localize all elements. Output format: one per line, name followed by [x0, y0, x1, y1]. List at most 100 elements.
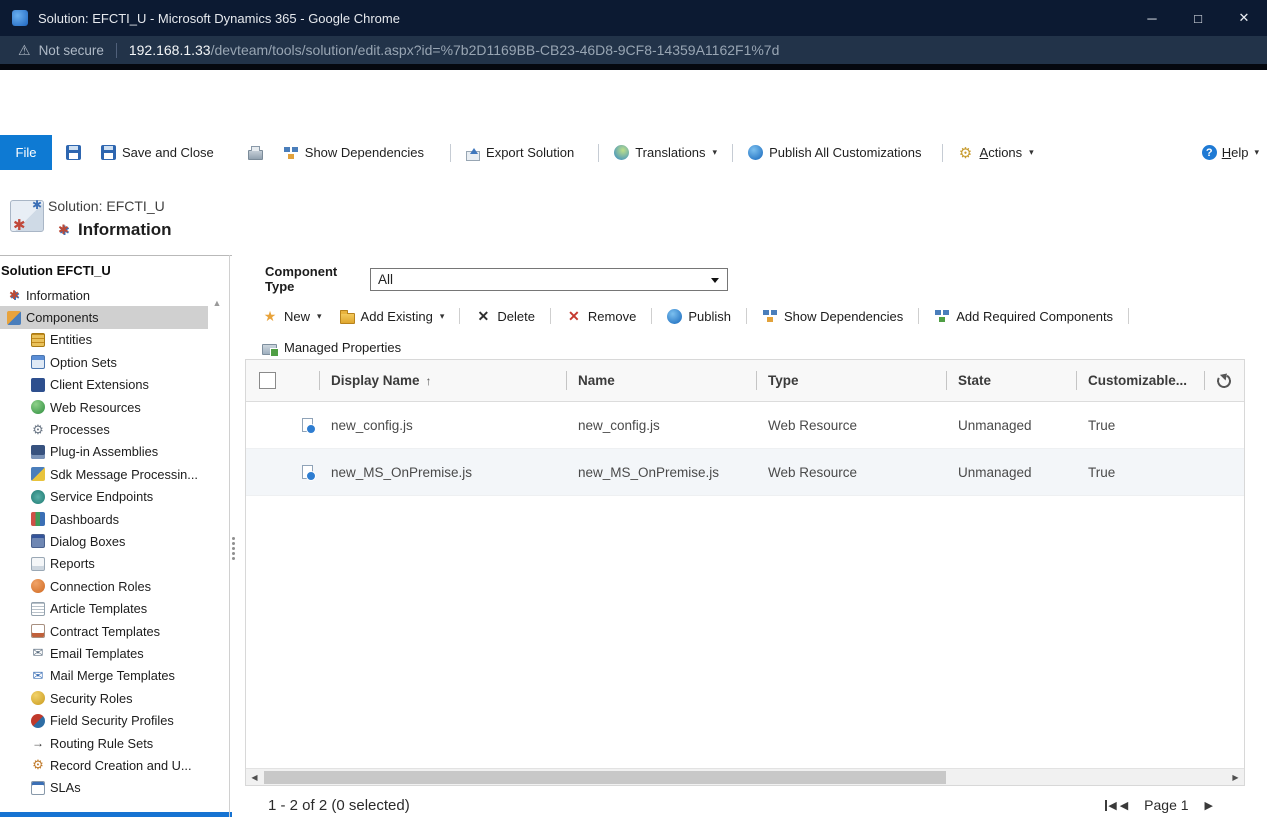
sidebar-item-label: SLAs [50, 780, 81, 795]
sidebar-item-entities[interactable]: Entities [0, 329, 208, 351]
select-all-checkbox[interactable] [259, 372, 276, 389]
sidebar-item-security-roles[interactable]: Security Roles [0, 687, 208, 709]
print-button[interactable] [238, 135, 273, 170]
processes-icon [31, 423, 45, 437]
sidebar-item-option-sets[interactable]: Option Sets [0, 351, 208, 373]
cell-type: Web Resource [756, 449, 946, 495]
publish-button[interactable]: Publish [658, 301, 740, 331]
show-dependencies-grid-button[interactable]: Show Dependencies [753, 301, 912, 331]
previous-page-button[interactable]: ◀ [1120, 799, 1128, 812]
cell-display-name[interactable]: new_MS_OnPremise.js [319, 449, 566, 495]
new-button[interactable]: New ▾ [253, 301, 331, 331]
entities-icon [31, 333, 45, 347]
solution-name-label: Solution: EFCTI_U [48, 198, 165, 214]
web-resource-file-icon [302, 465, 313, 479]
sidebar-item-sdk-message-processing[interactable]: Sdk Message Processin... [0, 463, 208, 485]
information-icon [7, 288, 21, 302]
sidebar-item-field-security-profiles[interactable]: Field Security Profiles [0, 709, 208, 731]
browser-content-divider [0, 64, 1267, 70]
file-tab[interactable]: File [0, 135, 52, 170]
next-page-button[interactable]: ▶ [1205, 799, 1213, 812]
new-label: New [284, 309, 310, 324]
actions-button[interactable]: Actions ▾ [948, 135, 1044, 170]
sidebar-item-email-templates[interactable]: Email Templates [0, 642, 208, 664]
cell-display-name[interactable]: new_config.js [319, 402, 566, 448]
save-button[interactable] [56, 135, 91, 170]
sidebar-item-processes[interactable]: Processes [0, 418, 208, 440]
minimize-button[interactable]: ─ [1129, 0, 1175, 36]
sidebar-item-routing-rule-sets[interactable]: Routing Rule Sets [0, 732, 208, 754]
scroll-left-arrow[interactable]: ◀ [246, 769, 263, 785]
sidebar-scroll-up-arrow[interactable]: ▲ [209, 298, 225, 308]
cell-name: new_MS_OnPremise.js [566, 449, 756, 495]
close-button[interactable]: ✕ [1221, 0, 1267, 36]
table-row[interactable]: new_config.js new_config.js Web Resource… [246, 402, 1244, 449]
url-host[interactable]: 192.168.1.33 [129, 42, 211, 58]
sidebar-splitter[interactable] [229, 255, 236, 817]
publish-all-icon [748, 145, 763, 160]
delete-button[interactable]: Delete [466, 301, 544, 331]
security-label[interactable]: Not secure [39, 43, 104, 58]
sidebar-item-information[interactable]: Information [0, 284, 208, 306]
column-label: Customizable... [1088, 373, 1187, 388]
window-controls: ─ □ ✕ [1129, 0, 1267, 36]
sidebar-item-slas[interactable]: SLAs [0, 777, 208, 799]
sidebar-item-dashboards[interactable]: Dashboards [0, 508, 208, 530]
sidebar-item-client-extensions[interactable]: Client Extensions [0, 374, 208, 396]
sidebar-item-mail-merge-templates[interactable]: Mail Merge Templates [0, 665, 208, 687]
add-existing-button[interactable]: Add Existing ▾ [331, 301, 454, 331]
sidebar-item-article-templates[interactable]: Article Templates [0, 597, 208, 619]
column-label: Type [768, 373, 799, 388]
sidebar-item-label: Web Resources [50, 400, 141, 415]
sidebar-item-connection-roles[interactable]: Connection Roles [0, 575, 208, 597]
sidebar-item-reports[interactable]: Reports [0, 553, 208, 575]
sidebar-item-components[interactable]: Components [0, 306, 208, 328]
web-resource-file-icon [302, 418, 313, 432]
add-existing-label: Add Existing [361, 309, 433, 324]
maximize-button[interactable]: □ [1175, 0, 1221, 36]
scroll-right-arrow[interactable]: ▶ [1227, 769, 1244, 785]
column-header-type[interactable]: Type [756, 360, 946, 401]
remove-button[interactable]: Remove [557, 301, 645, 331]
component-type-select[interactable]: All [370, 268, 728, 291]
scrollbar-thumb[interactable] [264, 771, 946, 784]
dashboards-icon [31, 512, 45, 526]
sidebar-item-contract-templates[interactable]: Contract Templates [0, 620, 208, 642]
column-header-name[interactable]: Name [566, 360, 756, 401]
column-header-state[interactable]: State [946, 360, 1076, 401]
sidebar-item-label: Connection Roles [50, 579, 151, 594]
sidebar-item-dialog-boxes[interactable]: Dialog Boxes [0, 530, 208, 552]
add-required-components-button[interactable]: Add Required Components [925, 301, 1122, 331]
sidebar-item-service-endpoints[interactable]: Service Endpoints [0, 486, 208, 508]
column-header-customizable[interactable]: Customizable... [1076, 360, 1204, 401]
translations-button[interactable]: Translations ▾ [604, 135, 727, 170]
column-header-display-name[interactable]: Display Name ↑ [319, 360, 566, 401]
export-solution-button[interactable]: Export Solution [456, 135, 584, 170]
show-dependencies-button[interactable]: Show Dependencies [273, 135, 434, 170]
save-and-close-button[interactable]: Save and Close [91, 135, 224, 170]
managed-properties-button[interactable]: Managed Properties [253, 335, 401, 359]
column-label: Display Name [331, 373, 420, 388]
sidebar-item-label: Mail Merge Templates [50, 668, 175, 683]
save-icon [66, 145, 81, 160]
first-page-button[interactable]: ◀ [1105, 799, 1116, 812]
url-path[interactable]: /devteam/tools/solution/edit.aspx?id=%7b… [211, 42, 780, 58]
sidebar-item-web-resources[interactable]: Web Resources [0, 396, 208, 418]
help-icon [1202, 145, 1217, 160]
refresh-icon[interactable] [1215, 372, 1232, 389]
sidebar-item-label: Plug-in Assemblies [50, 444, 158, 459]
ribbon-separator [450, 144, 451, 162]
table-row[interactable]: new_MS_OnPremise.js new_MS_OnPremise.js … [246, 449, 1244, 496]
address-bar[interactable]: ⚠ Not secure 192.168.1.33/devteam/tools/… [0, 36, 1267, 64]
not-secure-warning-icon[interactable]: ⚠ [18, 42, 31, 59]
sidebar-item-label: Dashboards [50, 512, 119, 527]
help-button[interactable]: Help ▾ [1196, 135, 1265, 170]
grid-status-bar: 1 - 2 of 2 (0 selected) ◀ ◀ Page 1 ▶ [245, 790, 1245, 820]
sidebar-item-plugin-assemblies[interactable]: Plug-in Assemblies [0, 441, 208, 463]
sdk-message-icon [31, 467, 45, 481]
delete-label: Delete [497, 309, 535, 324]
sidebar-item-record-creation[interactable]: Record Creation and U... [0, 754, 208, 776]
toolbar-separator [459, 308, 460, 324]
horizontal-scrollbar[interactable]: ◀ ▶ [246, 768, 1244, 785]
publish-all-customizations-button[interactable]: Publish All Customizations [738, 135, 931, 170]
